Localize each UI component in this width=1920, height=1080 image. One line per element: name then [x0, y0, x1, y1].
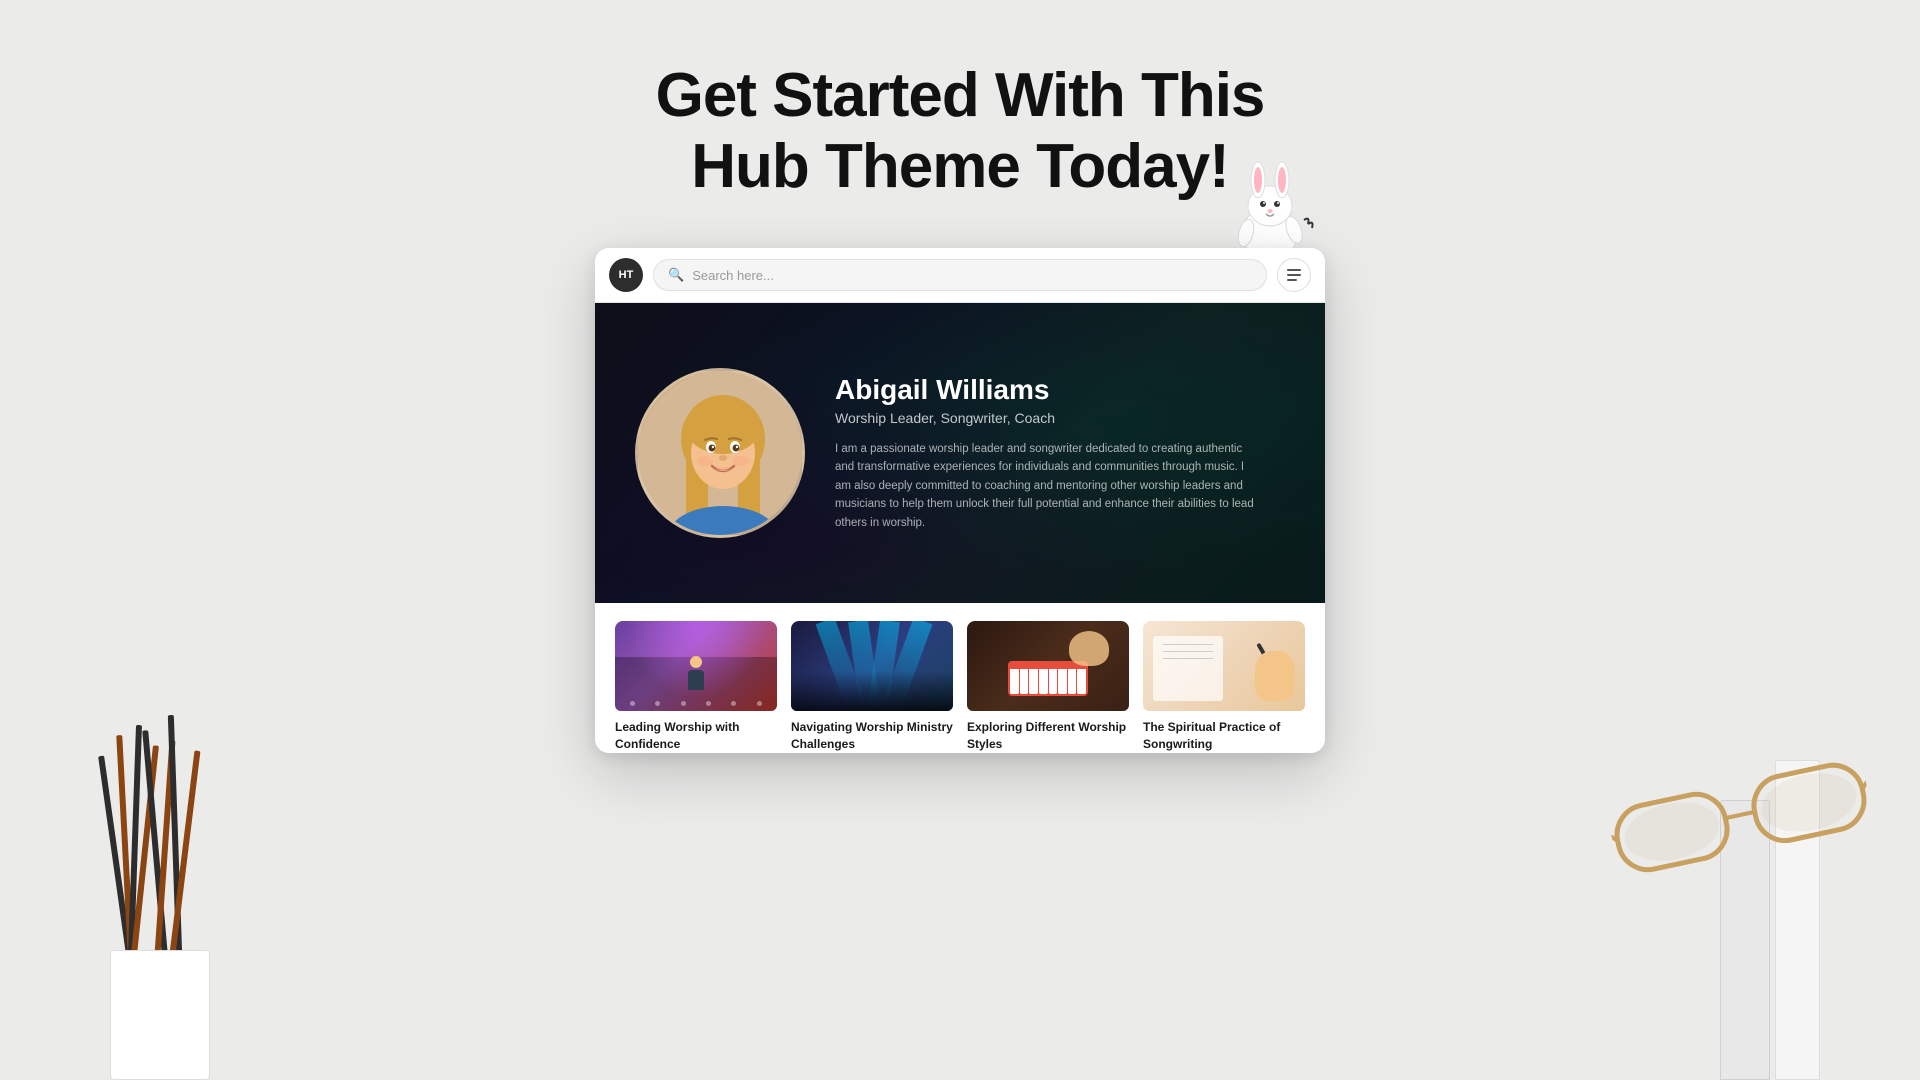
site-logo: HT — [609, 258, 643, 292]
search-placeholder: Search here... — [692, 268, 774, 283]
card-4-image — [1143, 621, 1305, 711]
main-heading: Get Started With This Hub Theme Today! — [610, 60, 1310, 203]
heading-line1: Get Started With This — [656, 61, 1265, 130]
keyboard-icon — [1008, 661, 1088, 696]
heading-line2: Hub Theme Today! — [691, 132, 1228, 201]
card-3-image — [967, 621, 1129, 711]
hero-section: Abigail Williams Worship Leader, Songwri… — [595, 303, 1325, 603]
cards-row: Leading Worship with Confidence Navigati… — [615, 621, 1305, 753]
hero-text-block: Abigail Williams Worship Leader, Songwri… — [835, 374, 1255, 532]
hero-name: Abigail Williams — [835, 374, 1255, 406]
stage-person-icon — [686, 656, 706, 691]
search-bar[interactable]: 🔍 Search here... — [653, 259, 1267, 291]
content-section: Leading Worship with Confidence Navigati… — [595, 603, 1325, 753]
card-2-title: Navigating Worship Ministry Challenges — [791, 719, 953, 753]
search-icon: 🔍 — [668, 267, 684, 283]
card-1-title: Leading Worship with Confidence — [615, 719, 777, 753]
hamburger-icon — [1287, 269, 1301, 281]
card-2-image — [791, 621, 953, 711]
card-3[interactable]: Exploring Different Worship Styles — [967, 621, 1129, 753]
browser-window: HT 🔍 Search here... — [595, 248, 1325, 753]
card-2[interactable]: Navigating Worship Ministry Challenges — [791, 621, 953, 753]
hero-title: Worship Leader, Songwriter, Coach — [835, 410, 1255, 426]
card-1[interactable]: Leading Worship with Confidence — [615, 621, 777, 753]
card-3-title: Exploring Different Worship Styles — [967, 719, 1129, 753]
rabbit-mascot — [1220, 148, 1320, 258]
menu-button[interactable] — [1277, 258, 1311, 292]
browser-toolbar: HT 🔍 Search here... — [595, 248, 1325, 303]
hero-bio: I am a passionate worship leader and son… — [835, 440, 1255, 532]
card-4[interactable]: The Spiritual Practice of Songwriting — [1143, 621, 1305, 753]
card-4-title: The Spiritual Practice of Songwriting — [1143, 719, 1305, 753]
avatar — [635, 368, 805, 538]
card-1-image — [615, 621, 777, 711]
